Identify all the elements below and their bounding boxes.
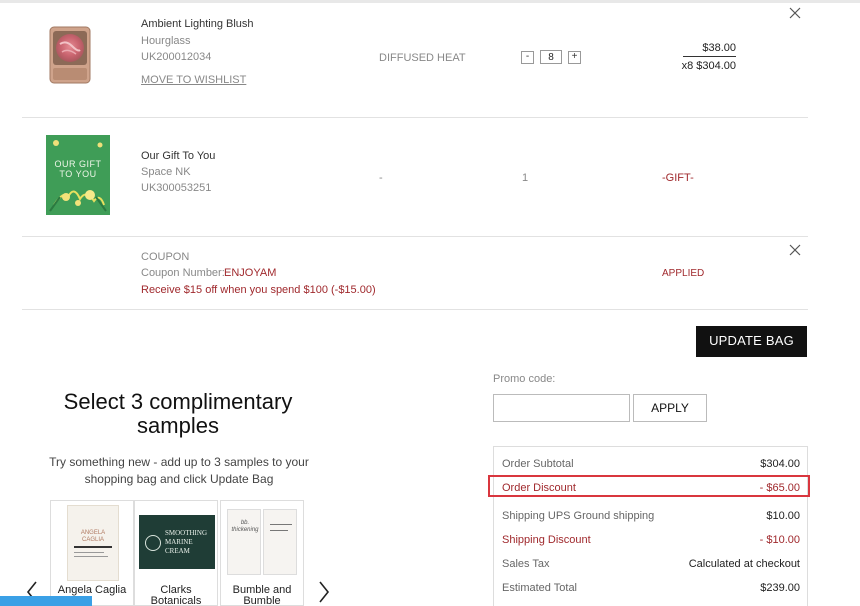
summary-value: - $10.00 <box>759 534 800 546</box>
item-brand: Space NK <box>141 166 191 178</box>
update-bag-button[interactable]: UPDATE BAG <box>696 326 807 357</box>
qty-increase-button[interactable]: + <box>568 51 581 64</box>
sample-card-angela-caglia[interactable]: ANGELA CAGLIA Angela Caglia <box>50 500 134 606</box>
qty-input[interactable] <box>540 50 562 64</box>
gift-thumb-text: OUR GIFT TO YOU <box>54 159 102 179</box>
summary-label: Sales Tax <box>502 558 550 570</box>
sample-thumb: SMOOTHING MARINE CREAM <box>139 515 215 569</box>
move-to-wishlist-link[interactable]: MOVE TO WISHLIST <box>141 74 246 86</box>
summary-value: $239.00 <box>760 582 800 594</box>
remove-item-button[interactable] <box>788 6 802 20</box>
summary-value: $304.00 <box>760 458 800 470</box>
sample-thumb-text: ANGELA CAGLIA <box>80 530 106 543</box>
divider <box>22 117 808 118</box>
sample-thumb-text: bb. thickening <box>231 520 259 533</box>
divider <box>22 236 808 237</box>
coupon-title: COUPON <box>141 251 190 263</box>
sample-card-bumble-and-bumble[interactable]: bb. thickening Bumble and Bumble <box>220 500 304 606</box>
close-icon <box>789 244 801 256</box>
summary-value: Calculated at checkout <box>688 558 800 570</box>
close-icon <box>789 7 801 19</box>
qty-decrease-button[interactable]: - <box>521 51 534 64</box>
product-thumb-gift[interactable]: OUR GIFT TO YOU <box>46 135 110 215</box>
samples-next-button[interactable] <box>316 578 332 606</box>
item-variant: - <box>379 172 383 184</box>
sample-thumb: bb. thickening <box>227 509 261 575</box>
summary-label: Order Subtotal <box>502 458 574 470</box>
sample-label: Angela Caglia <box>57 584 127 596</box>
apply-promo-button[interactable]: APPLY <box>633 394 707 422</box>
remove-coupon-button[interactable] <box>788 243 802 257</box>
bottom-left-blue-bar <box>0 596 92 606</box>
samples-title: Select 3 complimentary samples <box>63 389 293 438</box>
samples-subtitle: Try something new - add up to 3 samples … <box>49 455 309 486</box>
product-thumb-blush[interactable] <box>46 22 94 88</box>
sample-label: Clarks Botanicals <box>150 584 202 606</box>
promo-label: Promo code: <box>493 373 556 385</box>
gift-price-label: -GIFT- <box>662 172 694 184</box>
coupon-status: APPLIED <box>662 268 705 279</box>
summary-label: Estimated Total <box>502 582 578 594</box>
summary-value: $10.00 <box>766 510 800 522</box>
item-qty: 1 <box>522 172 529 184</box>
item-sku: UK200012034 <box>141 51 212 63</box>
item-name[interactable]: Ambient Lighting Blush <box>141 18 254 30</box>
chevron-right-icon <box>319 581 330 603</box>
sample-thumb: ANGELA CAGLIA <box>67 505 119 581</box>
top-border <box>0 0 860 3</box>
summary-label: Shipping Discount <box>502 534 591 546</box>
sample-label: Bumble and Bumble <box>232 584 292 606</box>
promo-code-input[interactable] <box>493 394 630 422</box>
coupon-description: Receive $15 off when you spend $100 (-$1… <box>141 284 376 296</box>
item-sku: UK300053251 <box>141 182 212 194</box>
item-name[interactable]: Our Gift To You <box>141 150 215 162</box>
coupon-number-label: Coupon Number: <box>141 267 225 279</box>
line-total: x8 $304.00 <box>681 60 736 72</box>
item-variant: DIFFUSED HEAT <box>379 52 466 64</box>
coupon-code: ENJOYAM <box>224 267 277 279</box>
price-underline <box>683 56 736 57</box>
item-brand: Hourglass <box>141 35 191 47</box>
summary-label: Shipping UPS Ground shipping <box>502 510 655 522</box>
sample-card-clarks-botanicals[interactable]: SMOOTHING MARINE CREAM Clarks Botanicals <box>134 500 218 606</box>
divider <box>22 309 808 310</box>
summary-value: - $65.00 <box>759 482 800 494</box>
unit-price: $38.00 <box>702 42 736 54</box>
sample-thumb-text: SMOOTHING MARINE CREAM <box>165 529 207 555</box>
summary-label: Order Discount <box>502 482 576 494</box>
